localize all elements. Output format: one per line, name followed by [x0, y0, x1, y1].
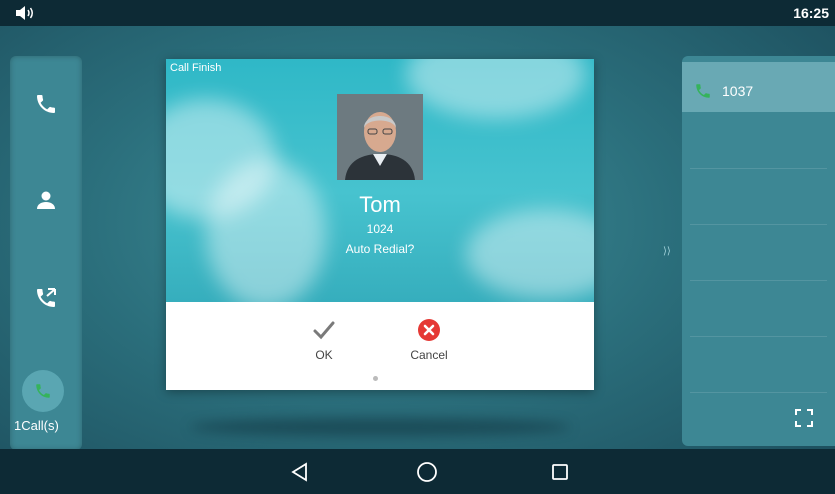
contact-number: 1024: [366, 222, 394, 236]
fullscreen-icon[interactable]: [794, 408, 814, 428]
sidebar-item-phone[interactable]: [10, 76, 82, 132]
expand-arrow-icon[interactable]: ⟩⟩: [663, 246, 671, 257]
dialog-title: Call Finish: [170, 62, 222, 74]
redial-question: Auto Redial?: [345, 242, 415, 256]
cancel-label: Cancel: [410, 348, 448, 362]
line-key-1037[interactable]: 1037: [682, 62, 835, 112]
cancel-icon: [418, 319, 440, 341]
back-button[interactable]: [287, 459, 313, 485]
contact-icon: [37, 191, 55, 209]
divider: [690, 168, 827, 169]
sidebar: 1Call(s): [10, 56, 82, 450]
sidebar-item-contacts[interactable]: [10, 172, 82, 228]
back-icon: [291, 462, 307, 482]
line-panel: 1037: [682, 56, 835, 446]
active-call-button[interactable]: [22, 370, 64, 412]
recents-icon: [552, 464, 568, 480]
navigation-bar: [0, 449, 835, 494]
home-button[interactable]: [414, 459, 440, 485]
dialog-actions: OK Cancel: [166, 302, 594, 390]
contact-avatar: [337, 94, 423, 180]
home-icon: [417, 462, 437, 482]
dialog-shadow: [190, 418, 570, 436]
recents-button[interactable]: [547, 459, 573, 485]
phone-icon: [36, 384, 50, 398]
phone-icon: [696, 84, 710, 98]
phone-icon: [37, 95, 55, 113]
divider: [690, 392, 827, 393]
status-bar: 16:25: [0, 0, 835, 26]
checkmark-icon: [313, 321, 335, 340]
contact-name: Tom: [359, 192, 401, 217]
volume-icon: [16, 6, 33, 20]
line-number: 1037: [722, 83, 754, 99]
cancel-button[interactable]: Cancel: [398, 318, 460, 370]
phone-screen: 16:25 1Call(s) Call Finish Tom 1024 Auto…: [0, 0, 835, 494]
divider: [690, 280, 827, 281]
active-calls-label: 1Call(s): [14, 418, 59, 433]
call-history-icon: [37, 288, 56, 307]
call-finish-dialog: Call Finish Tom 1024 Auto Redial? OK Can…: [166, 59, 594, 390]
sidebar-item-history[interactable]: [10, 270, 82, 326]
divider: [690, 336, 827, 337]
page-indicator: [373, 376, 378, 381]
dialog-header-area: Call Finish Tom 1024 Auto Redial?: [166, 59, 594, 302]
clock: 16:25: [793, 5, 829, 21]
ok-button[interactable]: OK: [296, 318, 352, 370]
ok-label: OK: [315, 348, 333, 362]
divider: [690, 224, 827, 225]
